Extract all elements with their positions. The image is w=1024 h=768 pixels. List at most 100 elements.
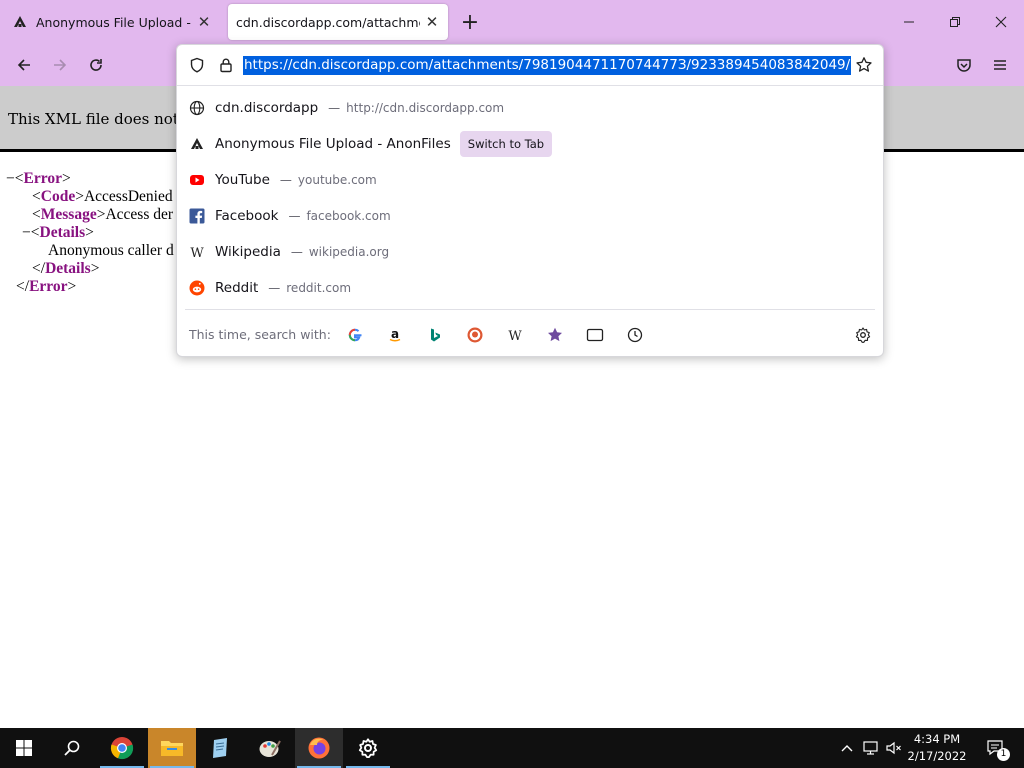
- xml-line-message: <Message>Access der: [32, 206, 174, 223]
- hamburger-icon: [994, 60, 1006, 70]
- result-url: facebook.com: [306, 209, 391, 223]
- result-url: wikipedia.org: [308, 245, 390, 259]
- xml-text: AccessDenied: [83, 188, 173, 205]
- close-tab-icon[interactable]: ✕: [420, 10, 444, 34]
- app-menu-button[interactable]: [984, 49, 1016, 81]
- svg-text:a: a: [391, 327, 399, 341]
- taskbar-file-explorer[interactable]: [148, 728, 196, 768]
- result-dash: —: [288, 209, 301, 223]
- taskbar-firefox[interactable]: [295, 728, 343, 768]
- result-reddit[interactable]: Reddit — reddit.com: [177, 270, 883, 306]
- forward-button[interactable]: [44, 49, 76, 81]
- result-wikipedia[interactable]: W Wikipedia — wikipedia.org: [177, 234, 883, 270]
- minimize-button[interactable]: [886, 0, 932, 44]
- reddit-icon: [188, 279, 206, 297]
- result-title: Reddit: [215, 280, 259, 296]
- youtube-icon: [188, 171, 206, 189]
- svg-text:W: W: [508, 329, 522, 343]
- shield-icon[interactable]: [189, 57, 205, 77]
- notification-center-button[interactable]: 1: [983, 738, 1010, 761]
- history-icon[interactable]: [623, 323, 647, 347]
- settings-icon[interactable]: [851, 323, 875, 347]
- divider: [177, 85, 883, 86]
- facebook-icon: [188, 207, 206, 225]
- xml-tag: Error: [23, 170, 62, 187]
- bookmark-star-icon[interactable]: [855, 56, 873, 78]
- start-button[interactable]: [0, 728, 48, 768]
- divider: [185, 309, 875, 310]
- clock-date: 2/17/2022: [907, 749, 967, 763]
- xml-tag: Details: [39, 224, 86, 241]
- restore-button[interactable]: [932, 0, 978, 44]
- xml-text: Anonymous caller d: [48, 242, 174, 259]
- collapse-toggle[interactable]: −: [22, 224, 31, 241]
- folder-icon: [161, 741, 183, 756]
- tabs-icon[interactable]: [583, 323, 607, 347]
- reload-button[interactable]: [80, 49, 112, 81]
- taskbar-settings[interactable]: [344, 728, 392, 768]
- close-window-button[interactable]: [978, 0, 1024, 44]
- result-url: http://cdn.discordapp.com: [346, 101, 505, 115]
- anonfiles-icon: [188, 135, 206, 153]
- xml-info-text: This XML file does not ap: [8, 110, 203, 128]
- tab-anonfiles[interactable]: Anonymous File Upload - AnonFiles ✕: [4, 4, 220, 40]
- close-icon: [995, 16, 1007, 28]
- tab-discord-attachment[interactable]: cdn.discordapp.com/attachments/798 ✕: [228, 4, 448, 40]
- one-off-search-bar: This time, search with: a W: [177, 315, 883, 355]
- pocket-button[interactable]: [948, 49, 980, 81]
- result-title: Wikipedia: [215, 244, 281, 260]
- google-icon[interactable]: [343, 323, 367, 347]
- duckduckgo-icon[interactable]: [463, 323, 487, 347]
- result-dash: —: [279, 173, 292, 187]
- windows-icon: [16, 740, 32, 756]
- xml-line-error-open: −<Error>: [6, 170, 71, 187]
- taskbar-paint[interactable]: [246, 728, 294, 768]
- search-icon: [64, 740, 80, 756]
- globe-icon: [188, 99, 206, 117]
- lock-icon[interactable]: [218, 57, 234, 77]
- search-with-label: This time, search with:: [189, 327, 331, 342]
- back-button[interactable]: [8, 49, 40, 81]
- network-icon[interactable]: [861, 738, 881, 758]
- xml-line-error-close: </Error>: [16, 278, 77, 295]
- result-cdn-discordapp[interactable]: cdn.discordapp — http://cdn.discordapp.c…: [177, 90, 883, 126]
- switch-to-tab-badge[interactable]: Switch to Tab: [459, 131, 553, 157]
- clock-time: 4:34 PM: [913, 732, 961, 746]
- xml-line-code: <Code>AccessDenied: [32, 188, 173, 205]
- forward-arrow-icon: [54, 59, 67, 71]
- gear-icon: [358, 738, 378, 758]
- bing-icon[interactable]: [423, 323, 447, 347]
- minimize-icon: [904, 21, 914, 23]
- result-anonfiles[interactable]: Anonymous File Upload - AnonFiles Switch…: [177, 126, 883, 162]
- result-url: reddit.com: [286, 281, 352, 295]
- notification-count-badge: 1: [997, 748, 1010, 761]
- result-facebook[interactable]: Facebook — facebook.com: [177, 198, 883, 234]
- chevron-up-icon[interactable]: [837, 738, 857, 758]
- search-button[interactable]: [48, 728, 96, 768]
- xml-tag: Details: [45, 260, 91, 277]
- taskbar-notepad[interactable]: [196, 728, 244, 768]
- back-arrow-icon: [17, 59, 30, 71]
- anonfiles-icon: [12, 14, 28, 30]
- restore-icon: [950, 17, 960, 27]
- collapse-toggle[interactable]: −: [6, 170, 15, 187]
- taskbar-chrome[interactable]: [98, 728, 146, 768]
- xml-tag: Error: [29, 278, 68, 295]
- urlbar[interactable]: https://cdn.discordapp.com/attachments/7…: [177, 45, 883, 85]
- xml-tag: Message: [40, 206, 97, 223]
- volume-muted-icon[interactable]: [884, 738, 904, 758]
- firefox-icon: [308, 737, 330, 759]
- bookmarks-icon[interactable]: [543, 323, 567, 347]
- tab-title: Anonymous File Upload - AnonFiles: [36, 14, 192, 30]
- result-youtube[interactable]: YouTube — youtube.com: [177, 162, 883, 198]
- close-tab-icon[interactable]: ✕: [192, 10, 216, 34]
- wikipedia-icon: W: [188, 243, 206, 261]
- clock[interactable]: 4:34 PM 2/17/2022: [904, 731, 970, 765]
- urlbar-panel: https://cdn.discordapp.com/attachments/7…: [176, 44, 884, 357]
- new-tab-button[interactable]: +: [456, 8, 484, 36]
- url-input[interactable]: https://cdn.discordapp.com/attachments/7…: [243, 56, 851, 75]
- amazon-icon[interactable]: a: [383, 323, 407, 347]
- wikipedia-search-icon[interactable]: W: [503, 323, 527, 347]
- result-dash: —: [328, 101, 341, 115]
- xml-line-details-open: −<Details>: [22, 224, 94, 241]
